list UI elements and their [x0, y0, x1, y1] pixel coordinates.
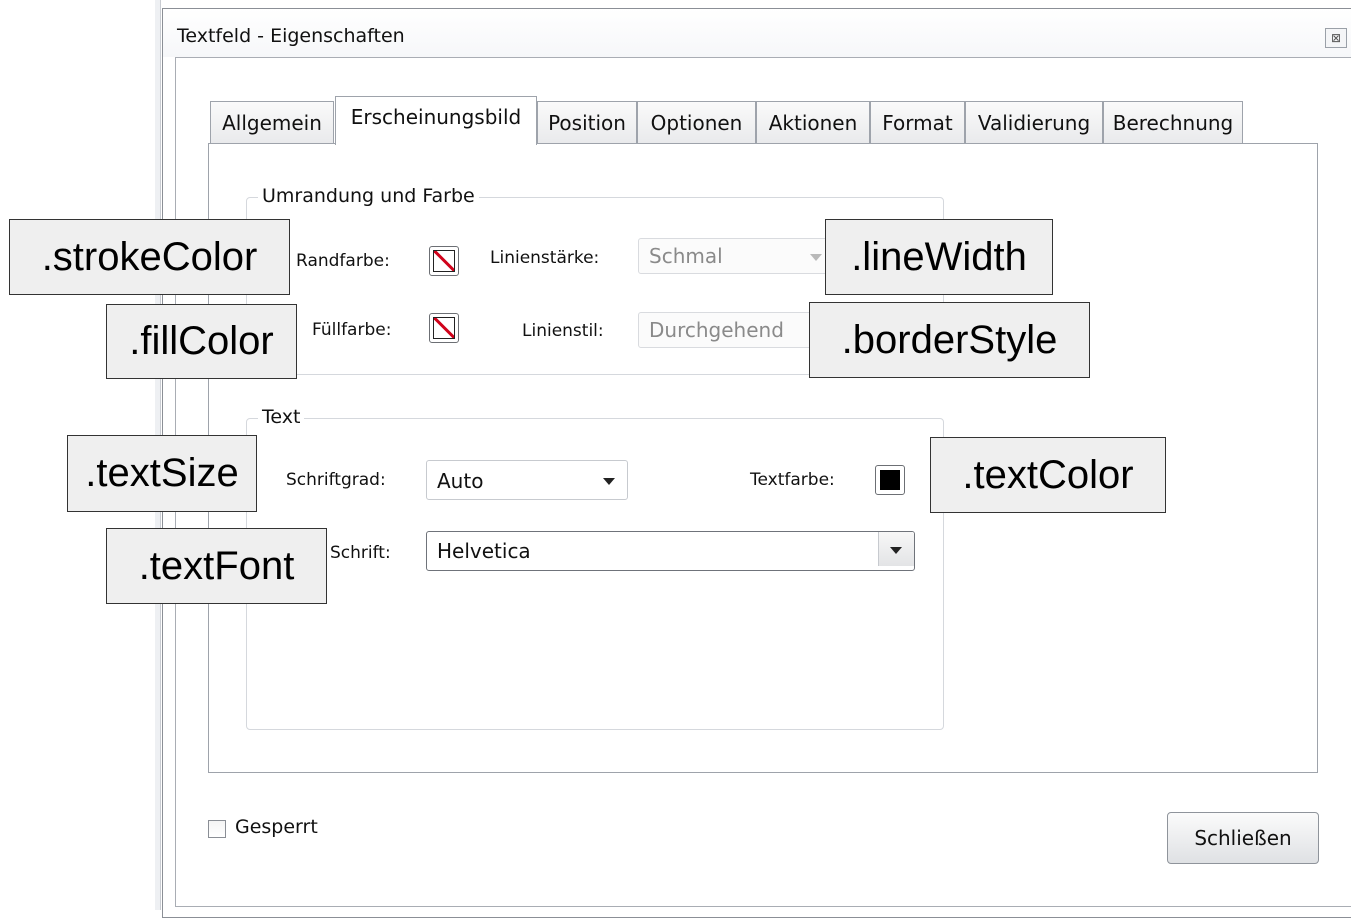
tab-allgemein[interactable]: Allgemein: [210, 101, 334, 143]
text-font-select[interactable]: Helvetica: [426, 531, 915, 571]
tab-format[interactable]: Format: [870, 101, 965, 143]
text-font-value: Helvetica: [437, 539, 531, 563]
color-swatch-black: [880, 470, 900, 490]
stroke-color-picker[interactable]: [429, 246, 459, 276]
dropdown-button[interactable]: [878, 532, 914, 566]
annotation-text-font: .textFont: [106, 528, 327, 604]
text-size-label: Schriftgrad:: [286, 470, 386, 490]
annotation-text-color: .textColor: [930, 437, 1166, 513]
text-color-picker[interactable]: [875, 465, 905, 495]
chevron-down-icon: [603, 478, 615, 485]
close-icon[interactable]: ⊠: [1325, 28, 1347, 48]
tab-position[interactable]: Position: [537, 101, 637, 143]
line-width-value: Schmal: [649, 244, 723, 268]
tab-optionen[interactable]: Optionen: [637, 101, 756, 143]
annotation-text-size: .textSize: [67, 435, 257, 512]
text-font-label: Schrift:: [330, 543, 391, 563]
tab-berechnung[interactable]: Berechnung: [1103, 101, 1243, 143]
line-style-label: Linienstil:: [522, 321, 604, 341]
annotation-stroke-color: .strokeColor: [9, 219, 290, 295]
title-bar: Textfeld - Eigenschaften ⊠: [163, 9, 1351, 57]
no-color-icon: [433, 317, 455, 339]
text-size-value: Auto: [437, 469, 484, 493]
chevron-down-icon: [810, 254, 822, 261]
line-style-value: Durchgehend: [649, 318, 784, 342]
annotation-line-width: .lineWidth: [825, 219, 1053, 295]
text-size-select[interactable]: Auto: [426, 460, 628, 500]
tab-erscheinungsbild[interactable]: Erscheinungsbild: [335, 96, 537, 145]
text-group-title: Text: [258, 406, 305, 428]
line-width-label: Linienstärke:: [490, 248, 600, 268]
dialog-title: Textfeld - Eigenschaften: [177, 25, 405, 47]
line-style-select[interactable]: Durchgehend: [638, 312, 833, 348]
no-color-icon: [433, 250, 455, 272]
text-color-label: Textfarbe:: [750, 470, 835, 490]
annotation-fill-color: .fillColor: [106, 304, 297, 379]
locked-checkbox[interactable]: [208, 820, 226, 838]
locked-label: Gesperrt: [235, 816, 318, 838]
chevron-down-icon: [890, 547, 902, 554]
fill-color-label: Füllfarbe:: [312, 320, 392, 340]
annotation-border-style: .borderStyle: [809, 302, 1090, 378]
tab-aktionen[interactable]: Aktionen: [756, 101, 870, 143]
border-group-title: Umrandung und Farbe: [258, 185, 479, 207]
stroke-color-label: Randfarbe:: [296, 251, 390, 271]
line-width-select[interactable]: Schmal: [638, 238, 833, 274]
fill-color-picker[interactable]: [429, 313, 459, 343]
tab-validierung[interactable]: Validierung: [965, 101, 1103, 143]
close-button[interactable]: Schließen: [1167, 812, 1319, 864]
